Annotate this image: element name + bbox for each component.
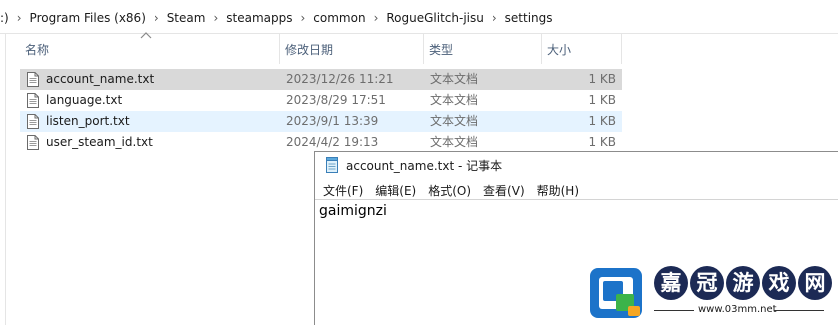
file-size: 1 KB (588, 72, 616, 86)
notepad-content: gaimignzi (319, 203, 387, 219)
watermark-rule-right (774, 310, 824, 311)
watermark-url: www.03mm.net (698, 304, 777, 315)
watermark-char: 网 (798, 266, 832, 300)
notepad-icon (326, 157, 338, 173)
navigation-pane-edge (0, 34, 6, 325)
breadcrumb: :) › Program Files (x86) › Steam › steam… (0, 9, 555, 27)
menu-edit[interactable]: 编辑(E) (371, 182, 420, 199)
file-type: 文本文档 (430, 135, 479, 149)
file-name: account_name.txt (46, 72, 155, 86)
column-header-name[interactable]: 名称 (20, 34, 280, 64)
file-date-modified: 2023/12/26 11:21 (286, 72, 394, 86)
file-date-modified: 2024/4/2 19:13 (286, 135, 379, 149)
file-size: 1 KB (588, 135, 616, 149)
file-row-account-name[interactable]: account_name.txt 2023/12/26 11:21 文本文档 1… (20, 69, 622, 90)
breadcrumb-separator-icon[interactable]: › (486, 11, 503, 25)
watermark-rule-left (654, 310, 694, 311)
file-row-listen-port[interactable]: listen_port.txt 2023/9/1 13:39 文本文档 1 KB (20, 111, 622, 132)
watermark-char: 戏 (762, 266, 796, 300)
file-name: listen_port.txt (46, 114, 130, 128)
text-file-icon (27, 135, 39, 150)
file-row-user-steam-id[interactable]: user_steam_id.txt 2024/4/2 19:13 文本文档 1 … (20, 132, 622, 153)
breadcrumb-separator-icon[interactable]: › (11, 11, 28, 25)
file-date-modified: 2023/9/1 13:39 (286, 114, 379, 128)
file-size: 1 KB (588, 114, 616, 128)
breadcrumb-item-program-files[interactable]: Program Files (x86) (28, 11, 148, 25)
file-type: 文本文档 (430, 93, 479, 107)
breadcrumb-separator-icon[interactable]: › (368, 11, 385, 25)
menu-format[interactable]: 格式(O) (424, 182, 475, 199)
game-site-logo-icon (590, 268, 642, 318)
file-type: 文本文档 (430, 114, 479, 128)
watermark-char: 游 (726, 266, 760, 300)
text-file-icon (27, 72, 39, 87)
notepad-menu-bar: 文件(F) 编辑(E) 格式(O) 查看(V) 帮助(H) (315, 180, 838, 200)
breadcrumb-separator-icon[interactable]: › (207, 11, 224, 25)
notepad-title-bar[interactable]: account_name.txt - 记事本 (315, 152, 838, 178)
file-type: 文本文档 (430, 72, 479, 86)
menu-view[interactable]: 查看(V) (479, 182, 529, 199)
text-file-icon (27, 93, 39, 108)
column-header-size[interactable]: 大小 (542, 34, 622, 64)
column-header-date-modified[interactable]: 修改日期 (280, 34, 424, 64)
file-date-modified: 2023/8/29 17:51 (286, 93, 386, 107)
breadcrumb-item-rogueglitch[interactable]: RogueGlitch-jisu (384, 11, 485, 25)
watermark-characters: 嘉 冠 游 戏 网 (654, 266, 834, 300)
breadcrumb-item-common[interactable]: common (311, 11, 367, 25)
text-file-icon (27, 114, 39, 129)
address-bar[interactable]: :) › Program Files (x86) › Steam › steam… (0, 0, 838, 34)
breadcrumb-separator-icon[interactable]: › (148, 11, 165, 25)
breadcrumb-item-root[interactable]: :) (0, 11, 11, 25)
menu-file[interactable]: 文件(F) (319, 182, 367, 199)
file-name: user_steam_id.txt (46, 135, 153, 149)
breadcrumb-separator-icon[interactable]: › (294, 11, 311, 25)
watermark-logo: 嘉 冠 游 戏 网 www.03mm.net (588, 262, 836, 324)
notepad-title: account_name.txt - 记事本 (346, 159, 503, 173)
breadcrumb-item-steam[interactable]: Steam (165, 11, 208, 25)
file-name: language.txt (46, 93, 123, 107)
file-size: 1 KB (588, 93, 616, 107)
watermark-char: 嘉 (654, 266, 688, 300)
breadcrumb-item-settings[interactable]: settings (503, 11, 555, 25)
breadcrumb-item-steamapps[interactable]: steamapps (224, 11, 294, 25)
watermark-char: 冠 (690, 266, 724, 300)
file-row-language[interactable]: language.txt 2023/8/29 17:51 文本文档 1 KB (20, 90, 622, 111)
menu-help[interactable]: 帮助(H) (533, 182, 583, 199)
column-header-type[interactable]: 类型 (424, 34, 542, 64)
